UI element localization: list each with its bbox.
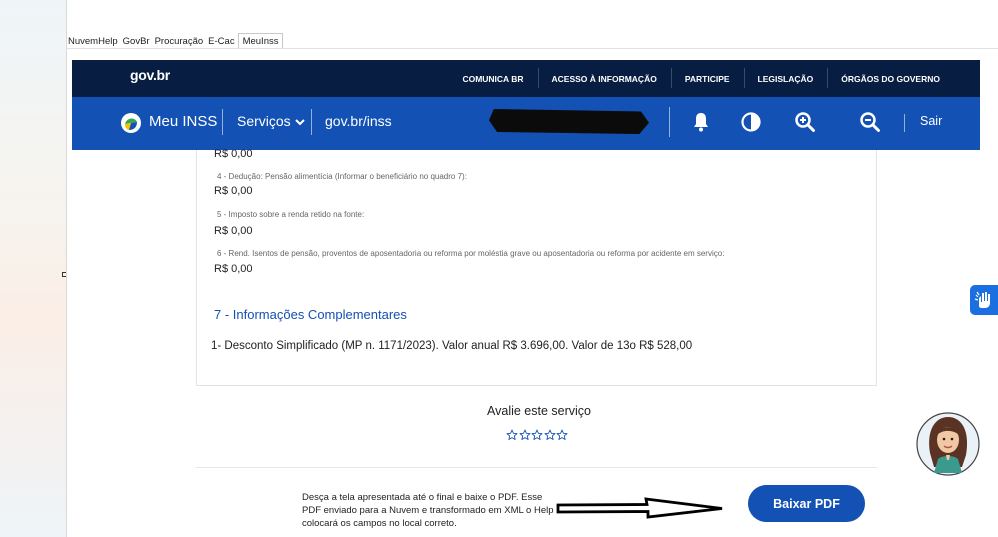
download-pdf-button[interactable]: Baixar PDF — [748, 485, 865, 522]
nav-legislacao[interactable]: LEGISLAÇÃO — [743, 67, 828, 88]
header-separator — [311, 109, 312, 135]
inss-logo-icon[interactable] — [120, 112, 142, 134]
field-label-4: 4 - Dedução: Pensão alimentícia (Informa… — [217, 172, 467, 181]
nav-orgaos-governo[interactable]: ÓRGÃOS DO GOVERNO — [827, 67, 954, 88]
contrast-icon[interactable] — [739, 110, 763, 134]
section-title-complementary-info: 7 - Informações Complementares — [214, 307, 407, 322]
rating-star-icon[interactable] — [556, 429, 568, 441]
sign-language-hand-icon — [974, 291, 990, 308]
govbr-nav: COMUNICA BR ACESSO À INFORMAÇÃO PARTICIP… — [448, 60, 954, 97]
nav-participe[interactable]: PARTICIPE — [670, 67, 744, 88]
header-separator — [222, 109, 223, 135]
header-separator — [669, 107, 670, 137]
nav-acesso-informacao[interactable]: ACESSO À INFORMAÇÃO — [537, 67, 671, 88]
field-value-6: R$ 0,00 — [214, 263, 253, 275]
zoom-in-icon[interactable] — [793, 110, 817, 134]
servicos-menu[interactable]: Serviços — [237, 113, 305, 129]
download-instructions: Desça a tela apresentada até o final e b… — [302, 492, 554, 529]
chevron-down-icon — [294, 119, 305, 126]
govbr-inss-link[interactable]: gov.br/inss — [325, 113, 392, 129]
meu-inss-header: Meu INSS Serviços gov.br/inss Sair — [72, 97, 980, 150]
header-separator — [904, 114, 905, 132]
zoom-out-icon[interactable] — [858, 110, 882, 134]
field-value-3: R$ 0,00 — [214, 148, 253, 160]
virtual-assistant-avatar[interactable] — [916, 407, 980, 481]
rating-stars — [506, 429, 569, 441]
desktop-background-strip — [0, 0, 66, 537]
screenshot-root: NuvemHelp GovBr Procuração E-Cac MeuInss… — [0, 0, 998, 537]
meu-inss-title[interactable]: Meu INSS — [149, 113, 217, 130]
field-value-5: R$ 0,00 — [214, 225, 253, 237]
notification-bell-icon[interactable] — [689, 110, 713, 134]
field-label-6: 6 - Rend. Isentos de pensão, proventos d… — [217, 249, 725, 258]
logout-link[interactable]: Sair — [920, 114, 942, 128]
rating-title: Avalie este serviço — [487, 404, 591, 418]
field-value-4: R$ 0,00 — [214, 185, 253, 197]
browser-window-edge — [66, 0, 67, 537]
nav-comunica-br[interactable]: COMUNICA BR — [448, 74, 537, 84]
bookmarks-bar: NuvemHelp GovBr Procuração E-Cac MeuInss — [66, 32, 284, 49]
arrow-right-icon — [556, 497, 723, 519]
rating-star-icon[interactable] — [506, 429, 518, 441]
vlibras-accessibility-button[interactable] — [970, 285, 998, 315]
content-divider — [196, 467, 877, 468]
field-label-5: 5 - Imposto sobre a renda retido na font… — [217, 210, 365, 219]
govbr-logo[interactable]: gov.br — [130, 67, 170, 83]
rating-star-icon[interactable] — [519, 429, 531, 441]
bookmarks-divider — [66, 48, 998, 49]
servicos-label: Serviços — [237, 113, 291, 129]
rating-star-icon[interactable] — [544, 429, 556, 441]
govbr-header: gov.br COMUNICA BR ACESSO À INFORMAÇÃO P… — [72, 60, 980, 97]
rating-star-icon[interactable] — [531, 429, 543, 441]
redacted-user-name — [489, 109, 649, 134]
bookmark-meuinss[interactable]: MeuInss — [237, 33, 284, 49]
complementary-info-text: 1- Desconto Simplificado (MP n. 1171/202… — [211, 340, 693, 352]
